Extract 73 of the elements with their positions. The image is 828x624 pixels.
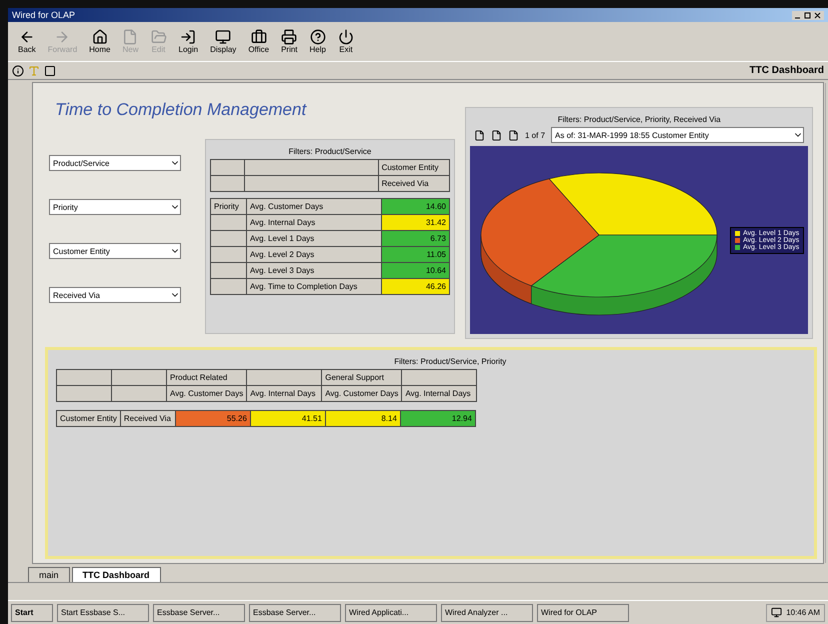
header-cell: Received Via <box>378 176 450 192</box>
toolbar-button[interactable]: Exit <box>334 28 358 55</box>
monitor-icon <box>215 29 232 45</box>
toolbar-button[interactable]: Office <box>244 28 274 55</box>
help-icon <box>310 29 326 45</box>
filter-dropdown[interactable]: Product/Service <box>49 155 181 172</box>
grid-caption: Filters: Product/Service <box>288 146 372 158</box>
document-icon[interactable] <box>491 130 502 140</box>
clock: 10:46 AM <box>786 608 820 617</box>
page-indicator: 1 of 7 <box>525 130 546 140</box>
row-label-cell: Avg. Level 3 Days <box>246 262 382 278</box>
row-label-cell: Avg. Customer Days <box>246 198 382 214</box>
document-icon <box>122 29 138 45</box>
briefcase-icon <box>250 29 267 45</box>
sheet-tab[interactable]: main <box>28 567 70 582</box>
taskbar-item[interactable]: Wired Applicati... <box>345 604 437 622</box>
row-label-cell: Customer Entity <box>56 410 120 426</box>
taskbar-item[interactable]: Start Essbase S... <box>57 604 149 622</box>
row-label-cell: Avg. Level 2 Days <box>246 246 382 262</box>
start-button[interactable]: Start <box>11 604 53 622</box>
folder-icon <box>150 29 166 45</box>
value-cell: 12.94 <box>400 410 476 426</box>
document-icon[interactable] <box>474 130 485 140</box>
power-icon <box>338 29 354 45</box>
window-title: Wired for OLAP <box>12 10 76 20</box>
toolbar-button[interactable]: Print <box>277 28 302 55</box>
value-cell: 46.26 <box>382 278 450 294</box>
value-cell: 6.73 <box>382 230 450 246</box>
taskbar-item[interactable]: Essbase Server... <box>249 604 341 622</box>
row-label-cell: Avg. Level 1 Days <box>246 230 382 246</box>
toolbar-button[interactable]: Login <box>174 28 202 55</box>
toolbar-button[interactable]: Home <box>85 28 114 55</box>
page-title: Time to Completion Management <box>54 99 308 121</box>
row-label-cell: Avg. Time to Completion Days <box>246 278 382 294</box>
grid-caption: Filters: Product/Service, Priority <box>393 356 508 368</box>
filter-dropdown[interactable]: Received Via <box>49 287 181 304</box>
toolbar-button[interactable]: Display <box>206 28 240 55</box>
header-cell: Avg. Internal Days <box>246 386 322 402</box>
value-cell: 31.42 <box>382 214 450 230</box>
window-icon[interactable] <box>44 64 56 76</box>
row-header-cell: Priority <box>210 198 246 214</box>
filter-dropdown[interactable]: Customer Entity <box>49 243 181 260</box>
toolbar-button[interactable]: Back <box>14 28 40 55</box>
header-cell: Avg. Customer Days <box>166 386 247 402</box>
header-cell: General Support <box>322 370 402 386</box>
view-title: TTC Dashboard <box>750 65 824 76</box>
home-icon <box>92 29 108 45</box>
toolbar-button[interactable]: Help <box>306 28 330 55</box>
header-cell: Customer Entity <box>378 160 450 176</box>
monitor-icon[interactable] <box>771 607 782 618</box>
value-cell: 41.51 <box>250 410 326 426</box>
value-cell: 55.26 <box>175 410 250 426</box>
taskbar-item[interactable]: Essbase Server... <box>153 604 245 622</box>
taskbar-item[interactable]: Wired for OLAP <box>537 604 629 622</box>
info-icon[interactable] <box>12 64 24 76</box>
value-cell: 14.60 <box>382 198 450 214</box>
chart-selector-dropdown[interactable]: As of: 31-MAR-1999 18:55 Customer Entity <box>551 127 804 143</box>
header-cell: Product Related <box>166 370 247 386</box>
row-label-cell: Received Via <box>120 410 176 426</box>
login-icon <box>180 29 196 45</box>
document-icon[interactable] <box>508 130 519 140</box>
taskbar-item[interactable]: Wired Analyzer ... <box>441 604 533 622</box>
printer-icon <box>281 29 298 45</box>
window-controls-icon[interactable] <box>793 10 823 20</box>
sheet-tab[interactable]: TTC Dashboard <box>72 567 161 582</box>
value-cell: 10.64 <box>382 262 450 278</box>
chart-caption: Filters: Product/Service, Priority, Received Via <box>556 114 722 126</box>
value-cell: 8.14 <box>325 410 400 426</box>
header-cell: Avg. Customer Days <box>322 386 402 402</box>
value-cell: 11.05 <box>382 246 450 262</box>
filter-dropdown[interactable]: Priority <box>49 199 181 216</box>
header-cell: Avg. Internal Days <box>402 386 477 402</box>
row-label-cell: Avg. Internal Days <box>246 214 382 230</box>
